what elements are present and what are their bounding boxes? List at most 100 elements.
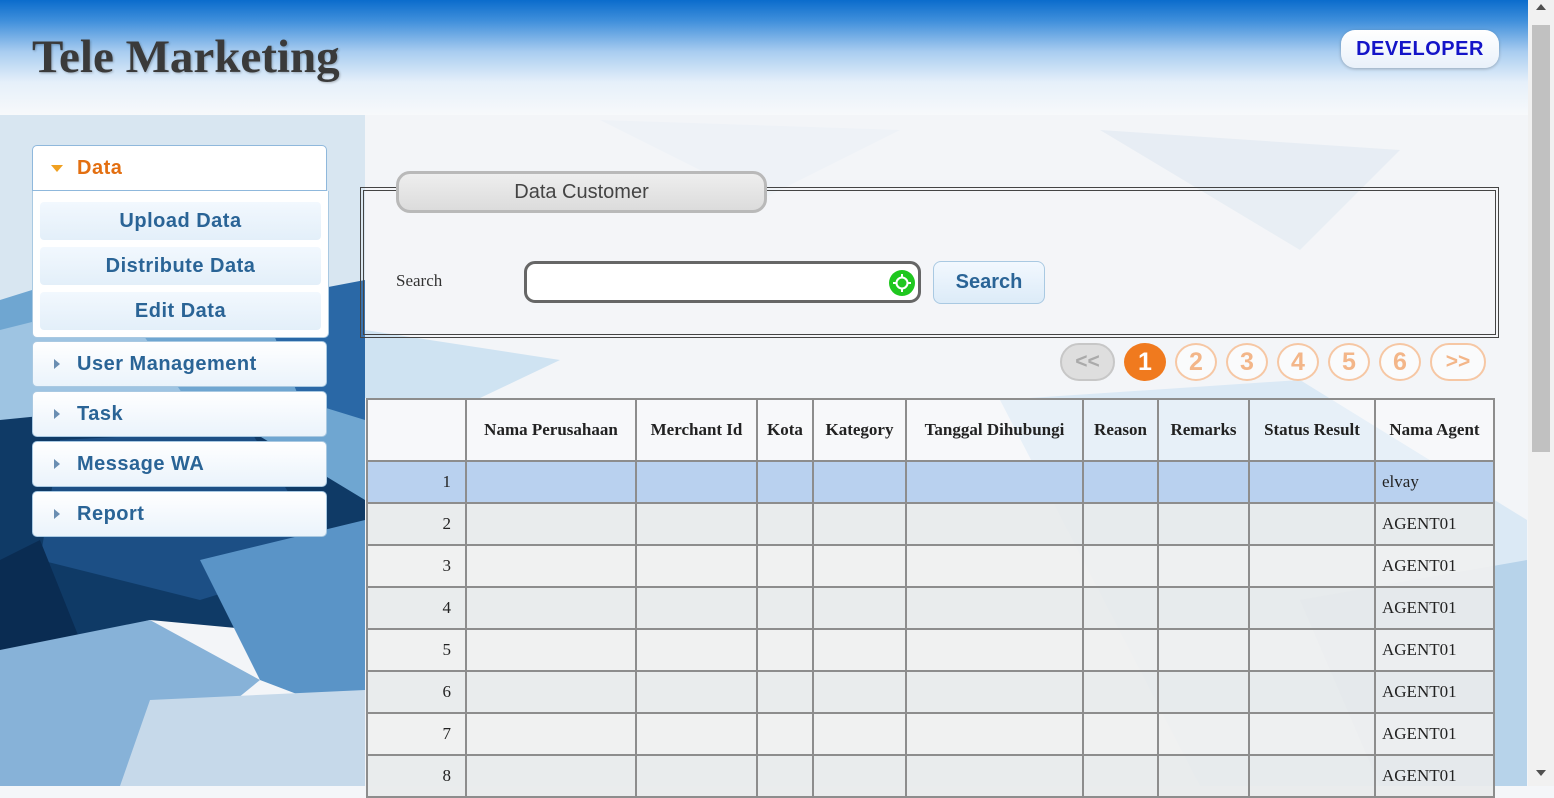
page-scrollbar[interactable] [1528,0,1554,786]
sidebar-item-distribute-data[interactable]: Distribute Data [40,247,321,285]
sidebar-menu: Data Upload Data Distribute Data Edit Da… [32,145,329,541]
table-cell [1082,628,1159,672]
sidebar-section-user-management[interactable]: User Management [32,341,327,387]
column-header-tanggal-dihubungi[interactable]: Tanggal Dihubungi [905,398,1084,462]
table-cell [1082,670,1159,714]
table-cell [812,502,907,546]
pagination-page-5[interactable]: 5 [1328,343,1370,381]
row-number-cell: 1 [366,460,467,504]
table-row[interactable]: 1 elvay [366,460,1495,504]
user-role-badge[interactable]: DEVELOPER [1341,30,1499,68]
table-cell [756,628,814,672]
target-icon[interactable] [889,270,915,296]
column-header-remarks[interactable]: Remarks [1157,398,1250,462]
search-input[interactable] [535,264,889,300]
table-cell [905,586,1084,630]
scrollbar-thumb[interactable] [1532,25,1550,452]
table-cell [465,544,637,588]
table-cell [1082,754,1159,798]
nama-agent-cell: AGENT01 [1374,544,1495,588]
table-row[interactable]: 3 AGENT01 [366,544,1495,588]
panel-title: Data Customer [396,171,767,213]
table-cell [905,670,1084,714]
column-header-nama-agent[interactable]: Nama Agent [1374,398,1495,462]
row-number-cell: 2 [366,502,467,546]
table-cell [635,712,758,756]
pagination-page-1[interactable]: 1 [1124,343,1166,381]
table-cell [1157,544,1250,588]
scroll-up-arrow-icon[interactable] [1536,4,1546,10]
table-row[interactable]: 4 AGENT01 [366,586,1495,630]
search-label: Search [396,271,443,290]
table-cell [465,460,637,504]
nama-agent-cell: AGENT01 [1374,502,1495,546]
table-cell [635,460,758,504]
table-cell [756,712,814,756]
table-cell [812,586,907,630]
search-field [524,261,921,303]
column-header-kategory[interactable]: Kategory [812,398,907,462]
table-cell [465,586,637,630]
table-cell [1082,586,1159,630]
sidebar-section-task[interactable]: Task [32,391,327,437]
pagination-page-4[interactable]: 4 [1277,343,1319,381]
table-row[interactable]: 5 AGENT01 [366,628,1495,672]
sidebar-item-edit-data[interactable]: Edit Data [40,292,321,330]
table-row[interactable]: 8 AGENT01 [366,754,1495,798]
pagination-page-6[interactable]: 6 [1379,343,1421,381]
table-cell [1248,502,1376,546]
column-header-merchant-id[interactable]: Merchant Id [635,398,758,462]
pagination-page-2[interactable]: 2 [1175,343,1217,381]
table-row[interactable]: 7 AGENT01 [366,712,1495,756]
table-cell [1248,460,1376,504]
sidebar-section-report[interactable]: Report [32,491,327,537]
table-cell [756,754,814,798]
nama-agent-cell: AGENT01 [1374,754,1495,798]
column-header-nama-perusahaan[interactable]: Nama Perusahaan [465,398,637,462]
column-header-reason[interactable]: Reason [1082,398,1159,462]
table-cell [635,502,758,546]
sidebar-section-label: Report [77,502,145,525]
nama-agent-cell: AGENT01 [1374,586,1495,630]
table-row[interactable]: 2 AGENT01 [366,502,1495,546]
nama-agent-cell: AGENT01 [1374,628,1495,672]
table-cell [635,670,758,714]
table-cell [905,460,1084,504]
table-cell [465,628,637,672]
table-cell [465,754,637,798]
app-header: Tele Marketing DEVELOPER [0,0,1528,115]
pagination: << 1 2 3 4 5 6 >> [1060,343,1486,381]
nama-agent-cell: AGENT01 [1374,670,1495,714]
customer-table-container: Nama Perusahaan Merchant Id Kota Kategor… [366,398,1495,798]
scroll-down-arrow-icon[interactable] [1536,770,1546,776]
pagination-next-button[interactable]: >> [1430,343,1486,381]
table-cell [812,544,907,588]
row-number-cell: 4 [366,586,467,630]
table-cell [635,586,758,630]
table-cell [1157,502,1250,546]
pagination-prev-button[interactable]: << [1060,343,1115,381]
pagination-page-3[interactable]: 3 [1226,343,1268,381]
search-button[interactable]: Search [933,261,1045,304]
table-cell [1248,586,1376,630]
nama-agent-cell: AGENT01 [1374,712,1495,756]
table-cell [1082,460,1159,504]
sidebar-section-label: Message WA [77,452,205,475]
sidebar-section-data[interactable]: Data [32,145,327,191]
app-title: Tele Marketing [32,31,340,83]
caret-right-icon [51,509,63,519]
table-cell [1248,544,1376,588]
table-cell [756,502,814,546]
row-number-cell: 5 [366,628,467,672]
table-row[interactable]: 6 AGENT01 [366,670,1495,714]
sidebar-item-upload-data[interactable]: Upload Data [40,202,321,240]
column-header-kota[interactable]: Kota [756,398,814,462]
table-cell [812,712,907,756]
table-cell [812,754,907,798]
sidebar-section-message-wa[interactable]: Message WA [32,441,327,487]
sidebar-section-label: Data [77,156,123,179]
column-header-status-result[interactable]: Status Result [1248,398,1376,462]
table-cell [635,544,758,588]
table-cell [1248,712,1376,756]
table-cell [1082,544,1159,588]
